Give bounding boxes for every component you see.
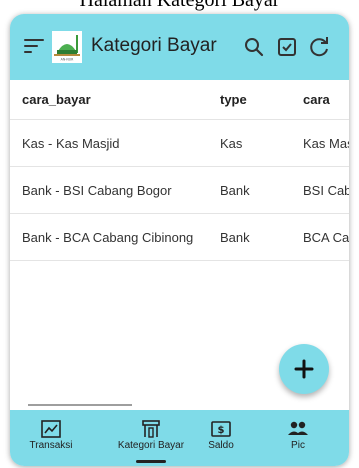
- column-header-cara[interactable]: cara: [303, 80, 349, 119]
- money-icon: $: [211, 421, 231, 437]
- checkbox-icon[interactable]: [275, 35, 299, 59]
- svg-text:$: $: [218, 425, 225, 436]
- table-header-row: cara_bayar type cara: [10, 80, 349, 120]
- logo-caption: AN-NUR: [61, 58, 74, 62]
- cell-type: Kas: [220, 135, 243, 151]
- phone-screen: AN-NUR Kategori Bayar cara_bayar type ca…: [10, 14, 349, 466]
- people-icon: [288, 421, 308, 435]
- bottom-navigation: Transaksi Kategori Bayar $ Saldo Pic: [10, 410, 349, 466]
- menu-icon[interactable]: [24, 37, 44, 55]
- category-icon: [142, 420, 160, 438]
- chart-icon: [41, 420, 61, 438]
- column-header-cara-bayar[interactable]: cara_bayar: [22, 80, 212, 119]
- refresh-icon[interactable]: [308, 35, 332, 59]
- cell-cara-bayar: Bank - BSI Cabang Bogor: [22, 182, 172, 198]
- cell-cara: Kas Masjid: [303, 135, 349, 151]
- selected-tab-indicator: [136, 460, 166, 463]
- nav-label-saldo: Saldo: [208, 440, 234, 451]
- payment-table: cara_bayar type cara Kas - Kas Masjid Ka…: [10, 80, 349, 261]
- horizontal-scrollbar[interactable]: [28, 404, 132, 406]
- cell-cara-bayar: Bank - BCA Cabang Cibinong: [22, 229, 194, 245]
- mosque-logo: AN-NUR: [52, 31, 82, 63]
- cell-type: Bank: [220, 229, 250, 245]
- plus-icon: [294, 359, 314, 379]
- nav-label-pic: Pic: [291, 440, 305, 451]
- nav-label-kategori-bayar: Kategori Bayar: [117, 440, 185, 451]
- nav-item-kategori-bayar[interactable]: Kategori Bayar: [106, 410, 196, 466]
- nav-item-pic[interactable]: Pic: [276, 410, 320, 466]
- nav-item-saldo[interactable]: $ Saldo: [198, 410, 244, 466]
- cell-cara: BCA Cabang Cibinong: [303, 229, 349, 245]
- search-icon[interactable]: [242, 35, 266, 59]
- cell-cara-bayar: Kas - Kas Masjid: [22, 135, 120, 151]
- page-heading: Halaman Kategori Bayar: [79, 0, 280, 11]
- app-title: Kategori Bayar: [91, 35, 217, 56]
- column-header-type[interactable]: type: [220, 80, 292, 119]
- table-row[interactable]: Bank - BCA Cabang Cibinong Bank BCA Caba…: [10, 214, 349, 261]
- app-bar: AN-NUR Kategori Bayar: [10, 14, 349, 80]
- cell-cara: BSI Cabang Bogor: [303, 182, 349, 198]
- nav-item-transaksi[interactable]: Transaksi: [20, 410, 82, 466]
- table-row[interactable]: Kas - Kas Masjid Kas Kas Masjid: [10, 120, 349, 167]
- table-row[interactable]: Bank - BSI Cabang Bogor Bank BSI Cabang …: [10, 167, 349, 214]
- nav-label-transaksi: Transaksi: [29, 440, 73, 451]
- cell-type: Bank: [220, 182, 250, 198]
- add-button[interactable]: [279, 344, 329, 394]
